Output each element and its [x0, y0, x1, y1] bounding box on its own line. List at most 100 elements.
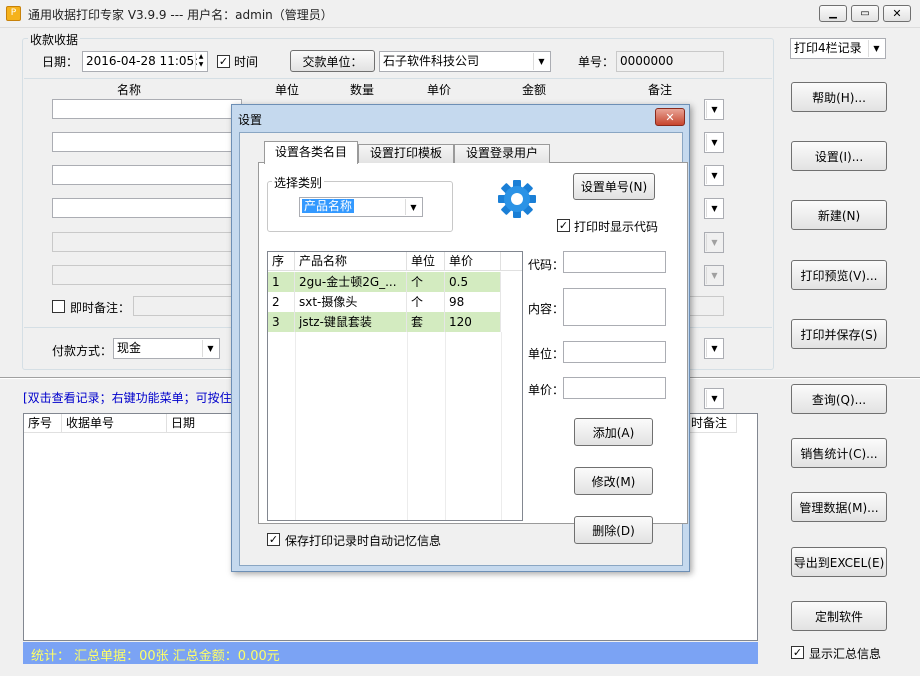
tab-categories[interactable]: 设置各类名目 [264, 141, 358, 164]
header-qty: 数量 [350, 83, 375, 97]
item-name-input[interactable] [52, 165, 242, 185]
col-header[interactable]: 单价 [445, 252, 501, 271]
header-amount: 金额 [522, 83, 547, 97]
unit-label: 单位： [528, 347, 565, 361]
item-remark-combo[interactable]: ▼ [704, 198, 724, 219]
delete-button[interactable]: 删除(D) [574, 516, 653, 544]
spinner-icon[interactable]: ▲ ▼ [195, 53, 206, 70]
table-row[interactable]: 1 2gu-金士顿2G_... 个 0.5 [268, 272, 501, 292]
item-name-input[interactable] [52, 132, 242, 152]
maximize-button[interactable]: ▭ [851, 5, 879, 22]
chevron-down-icon: ▼ [533, 53, 549, 70]
query-button[interactable]: 查询(Q)... [791, 384, 887, 414]
item-name-input[interactable] [52, 99, 242, 119]
table-row[interactable]: 2 sxt-摄像头 个 98 [268, 292, 501, 312]
item-name-input [52, 232, 242, 252]
payer-button[interactable]: 交款单位： [290, 50, 375, 72]
print-preview-button[interactable]: 打印预览(V)... [791, 260, 887, 290]
payment-extra-combo[interactable]: ▼ [704, 338, 724, 359]
unit-input[interactable] [563, 341, 666, 363]
chevron-down-icon: ▼ [706, 134, 722, 151]
records-hint: [双击查看记录；右键功能菜单；可按住 [23, 391, 232, 405]
header-price: 单价 [427, 83, 452, 97]
item-remark-combo[interactable]: ▼ [704, 132, 724, 153]
records-filter-combo[interactable]: ▼ [704, 388, 724, 409]
help-button[interactable]: 帮助(H)... [791, 82, 887, 112]
col-header[interactable]: 日期 [167, 414, 237, 433]
category-items-table[interactable]: 序 产品名称 单位 单价 1 2gu-金士顿2G_... 个 0.5 2 sxt… [267, 251, 523, 521]
manage-data-button[interactable]: 管理数据(M)... [791, 492, 887, 522]
item-remark-combo: ▼ [704, 232, 724, 253]
customize-button[interactable]: 定制软件 [791, 601, 887, 631]
receipt-group-title: 收款收据 [28, 31, 81, 48]
time-checkbox[interactable]: ✓ [217, 55, 230, 68]
item-remark-combo[interactable]: ▼ [704, 165, 724, 186]
header-unit: 单位 [275, 83, 300, 97]
tab-login-users[interactable]: 设置登录用户 [454, 144, 550, 163]
edit-button[interactable]: 修改(M) [574, 467, 653, 495]
table-gridline [445, 332, 446, 520]
app-icon: P [6, 6, 21, 21]
table-gridline [501, 332, 502, 520]
price-input[interactable] [563, 377, 666, 399]
title-bar: P 通用收据打印专家 V3.9.9 --- 用户名：admin（管理员） ▁ ▭… [0, 0, 920, 28]
new-button[interactable]: 新建(N) [791, 200, 887, 230]
col-header[interactable]: 序号 [24, 414, 62, 433]
maximize-icon: ▭ [860, 8, 870, 19]
chevron-down-icon: ▼ [706, 234, 722, 251]
content-input[interactable] [563, 288, 666, 326]
code-input[interactable] [563, 251, 666, 273]
category-combo[interactable]: 产品名称 ▼ [299, 197, 423, 217]
print-save-button[interactable]: 打印并保存(S) [791, 319, 887, 349]
show-summary-checkbox[interactable]: ✓ [791, 646, 804, 659]
close-icon: ✕ [892, 7, 902, 20]
col-header[interactable]: 时备注 [687, 414, 737, 433]
print-mode-combo[interactable]: 打印4栏记录 ▼ [790, 38, 886, 59]
content-label: 内容： [528, 302, 565, 316]
item-remark-combo[interactable]: ▼ [704, 99, 724, 120]
add-button[interactable]: 添加(A) [574, 418, 653, 446]
minimize-button[interactable]: ▁ [819, 5, 847, 22]
chevron-down-icon: ▼ [706, 101, 722, 118]
chevron-down-icon: ▼ [706, 167, 722, 184]
window-title: 通用收据打印专家 V3.9.9 --- 用户名：admin（管理员） [28, 8, 333, 22]
instant-remark-label: 即时备注： [70, 301, 131, 315]
dialog-title: 设置 [238, 113, 263, 127]
table-gridline [295, 332, 296, 520]
col-header[interactable]: 单位 [407, 252, 445, 271]
date-field[interactable]: 2016-04-28 11:05: ▲ ▼ [82, 51, 208, 72]
dialog-close-button[interactable]: ✕ [655, 108, 685, 126]
number-field: 0000000 [616, 51, 724, 72]
item-remark-combo: ▼ [704, 265, 724, 286]
col-header[interactable]: 产品名称 [295, 252, 407, 271]
sales-stats-button[interactable]: 销售统计(C)... [791, 438, 887, 468]
export-excel-button[interactable]: 导出到EXCEL(E) [791, 547, 887, 577]
settings-dialog: 设置 ✕ 设置各类名目 设置打印模板 设置登录用户 选择类别 产品名称 ▼ 设置… [231, 104, 690, 572]
col-header[interactable]: 序 [268, 252, 295, 271]
header-remark: 备注 [648, 83, 673, 97]
number-label: 单号： [578, 55, 615, 69]
instant-remark-checkbox[interactable] [52, 300, 65, 313]
settings-button[interactable]: 设置(I)... [791, 141, 887, 171]
gear-icon [497, 179, 537, 219]
close-window-button[interactable]: ✕ [883, 5, 911, 22]
print-code-checkbox[interactable]: ✓ [557, 219, 570, 232]
summary-text: 统计： 汇总单据：00张 汇总金额：0.00元 [31, 649, 280, 664]
payment-combo[interactable]: 现金 ▼ [113, 338, 220, 359]
time-label: 时间 [234, 55, 259, 69]
payment-label: 付款方式： [52, 344, 113, 358]
col-header[interactable]: 收据单号 [62, 414, 167, 433]
tab-print-template[interactable]: 设置打印模板 [358, 144, 454, 163]
minimize-icon: ▁ [829, 8, 837, 19]
auto-remember-checkbox[interactable]: ✓ [267, 533, 280, 546]
summary-bar: 统计： 汇总单据：00张 汇总金额：0.00元 [23, 642, 758, 664]
dialog-client: 设置各类名目 设置打印模板 设置登录用户 选择类别 产品名称 ▼ 设置单号(N)… [239, 132, 688, 566]
date-label: 日期： [42, 55, 79, 69]
table-row[interactable]: 3 jstz-键鼠套装 套 120 [268, 312, 501, 332]
chevron-down-icon: ▼ [706, 200, 722, 217]
chevron-down-icon: ▼ [706, 267, 722, 284]
item-name-input[interactable] [52, 198, 242, 218]
instant-remark-field [133, 296, 238, 316]
set-number-button[interactable]: 设置单号(N) [573, 173, 655, 200]
payer-combo[interactable]: 石子软件科技公司 ▼ [379, 51, 551, 72]
